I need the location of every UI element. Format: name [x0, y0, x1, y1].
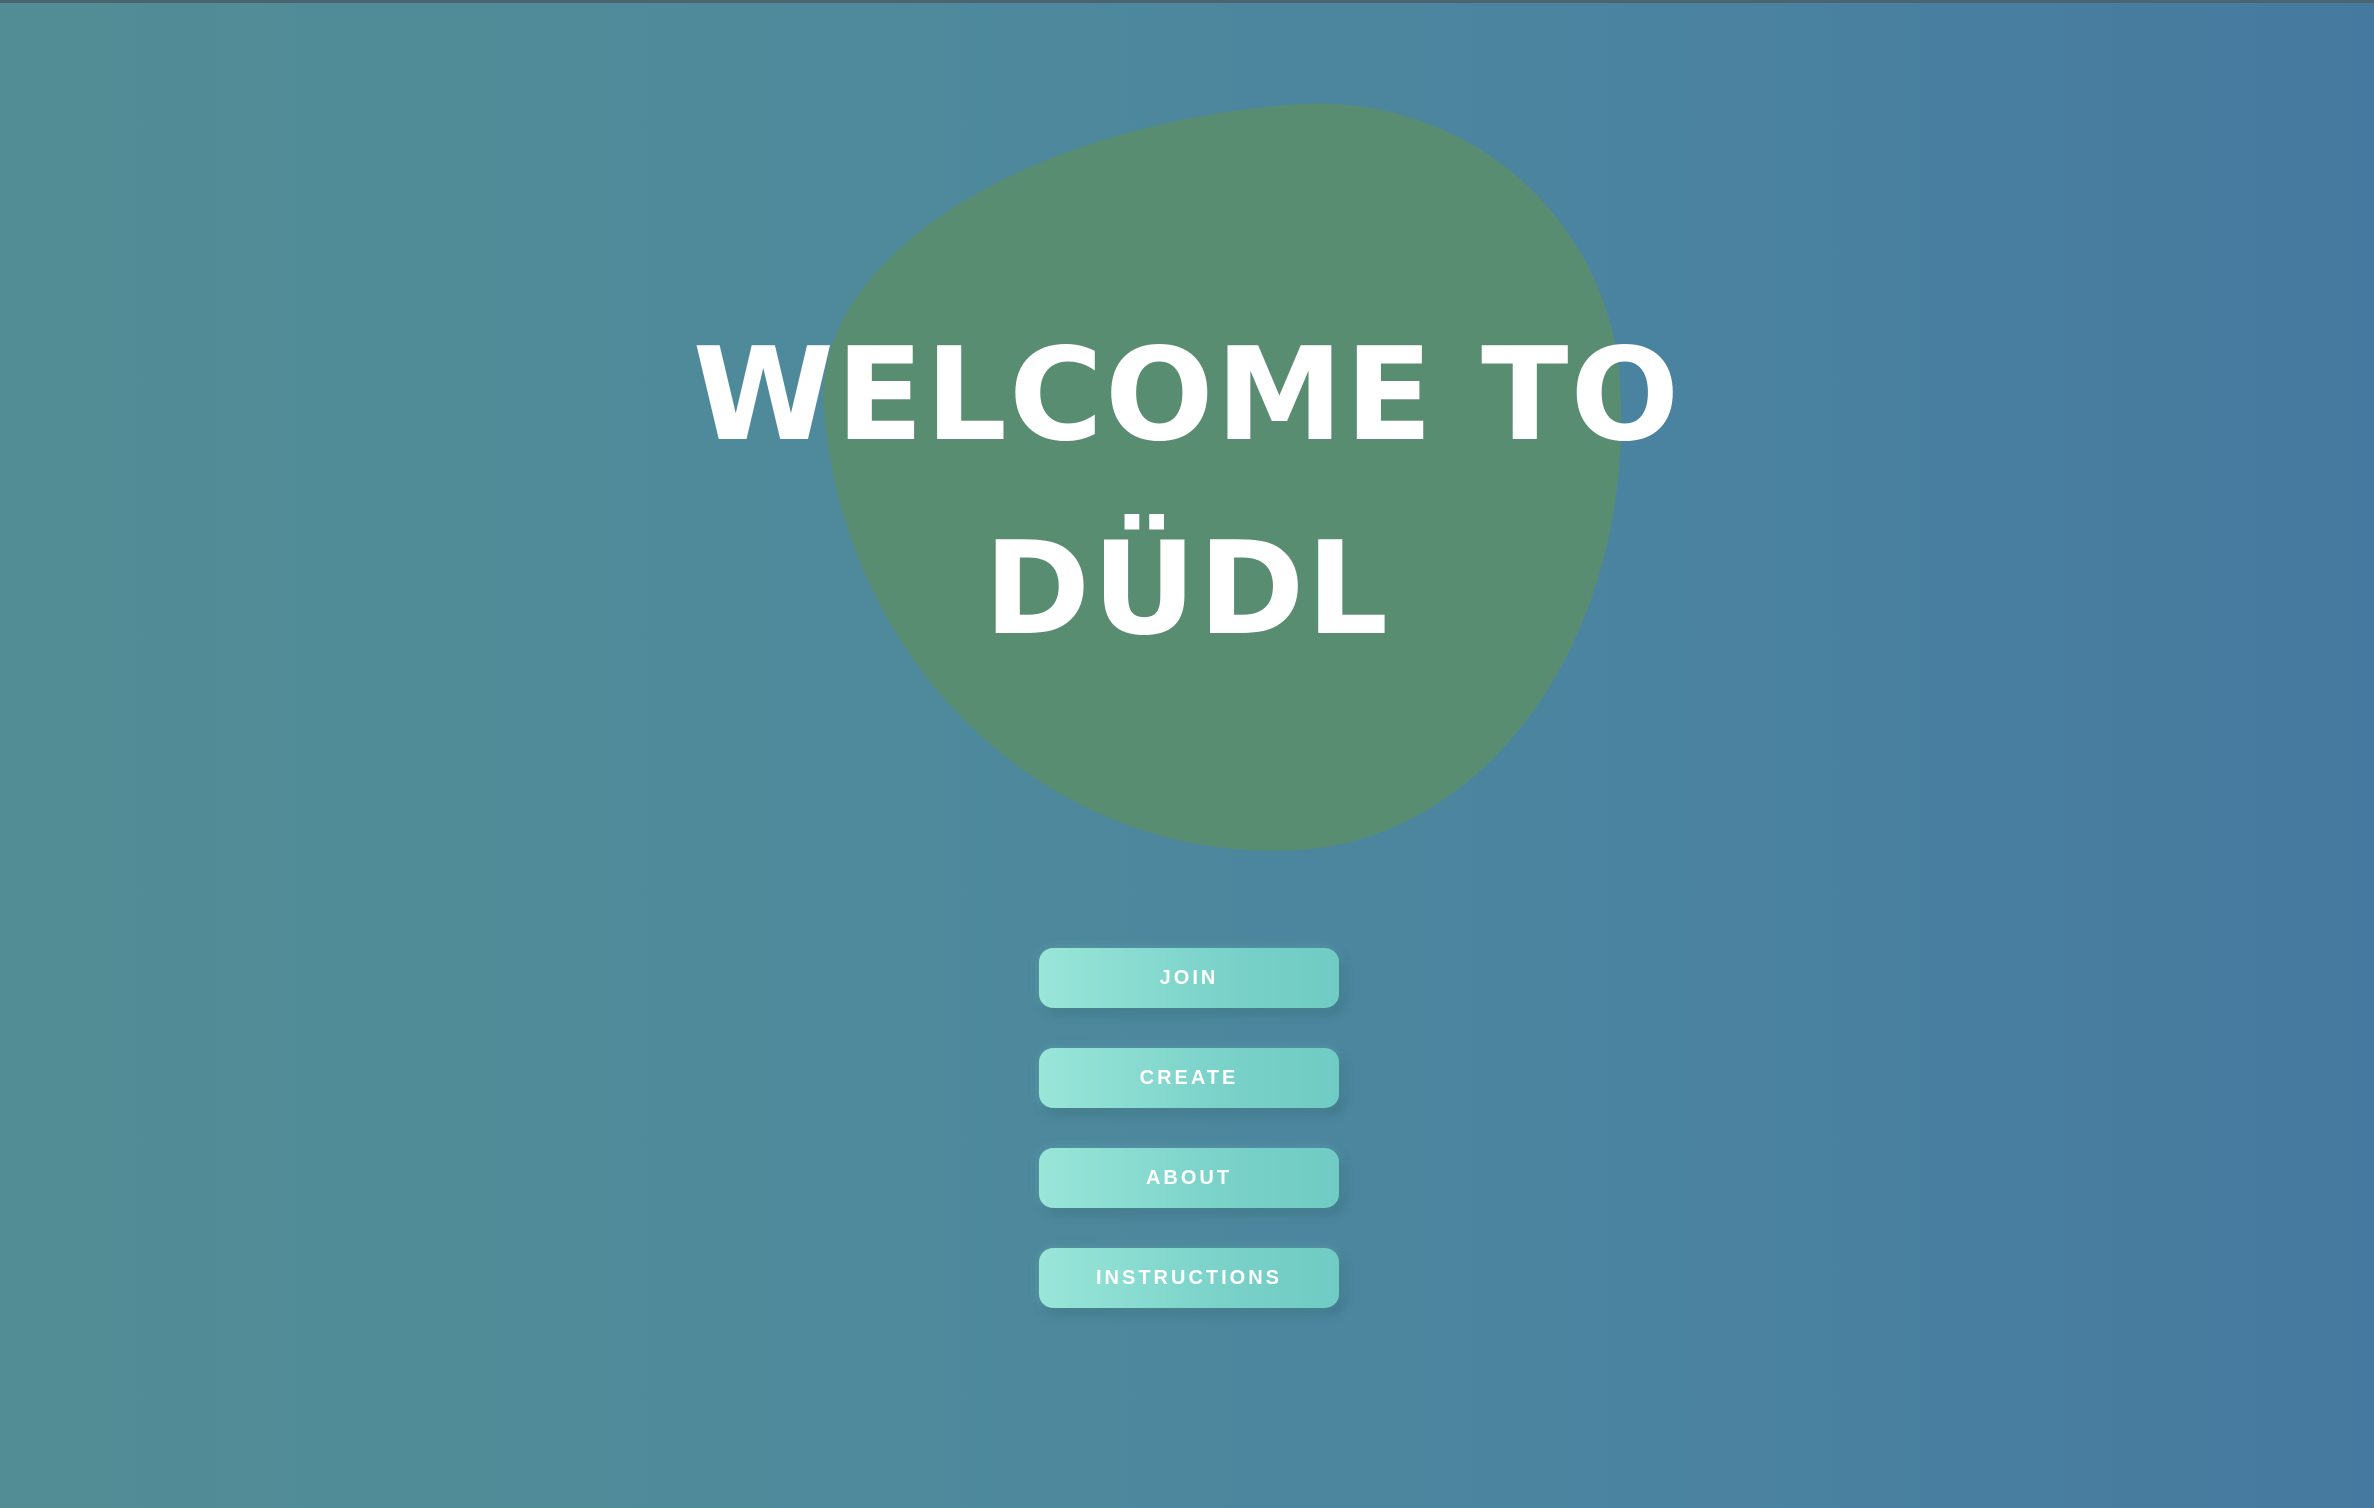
page-title-line-1: WELCOME TO: [692, 321, 1682, 470]
about-button[interactable]: ABOUT: [1039, 1148, 1339, 1208]
main-menu: JOIN CREATE ABOUT INSTRUCTIONS: [1039, 948, 1339, 1348]
join-button[interactable]: JOIN: [1039, 948, 1339, 1008]
hero-blob: [805, 83, 1651, 881]
instructions-button[interactable]: INSTRUCTIONS: [1039, 1248, 1339, 1308]
page-title-line-2: DÜDL: [984, 515, 1390, 664]
create-button[interactable]: CREATE: [1039, 1048, 1339, 1108]
top-border: [0, 0, 2374, 3]
